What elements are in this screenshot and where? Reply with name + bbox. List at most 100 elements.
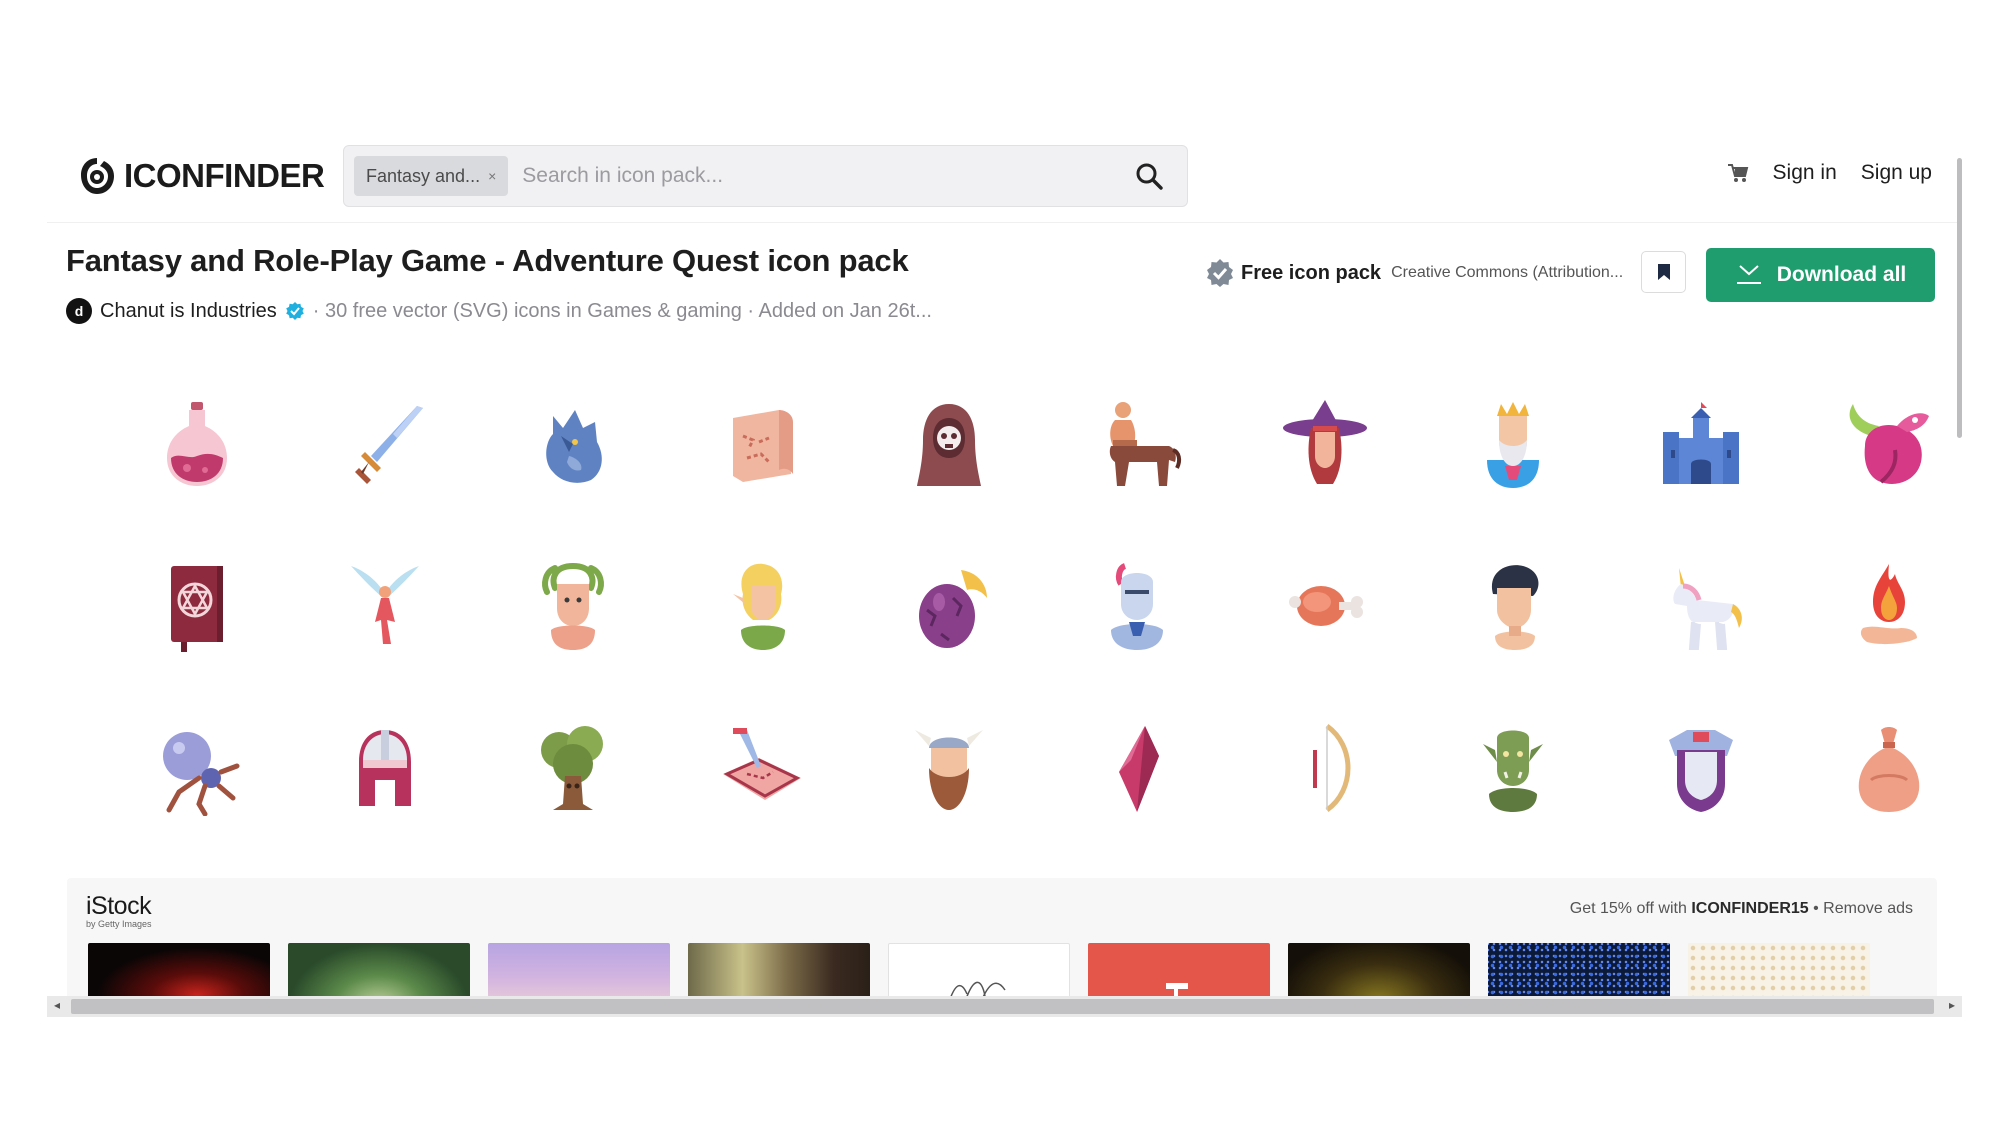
icon-cell[interactable] <box>1419 687 1607 849</box>
sign-in-link[interactable]: Sign in <box>1773 161 1837 185</box>
bookmark-icon <box>1657 264 1670 280</box>
icon-cell[interactable] <box>1419 363 1607 525</box>
potion-icon <box>167 402 227 486</box>
icon-cell[interactable] <box>291 525 479 687</box>
remove-ads-link[interactable]: • Remove ads <box>1813 900 1913 917</box>
search-icon <box>1136 163 1163 190</box>
grim-reaper-icon <box>917 404 981 486</box>
orc-icon <box>1483 730 1543 812</box>
search-filter-chip[interactable]: Fantasy and... × <box>354 156 509 196</box>
icon-cell[interactable] <box>1043 525 1231 687</box>
license-info: Free icon pack Creative Commons (Attribu… <box>1205 258 1623 288</box>
werewolf-icon <box>546 410 602 483</box>
download-icon <box>1736 265 1761 284</box>
icon-cell[interactable] <box>1607 687 1795 849</box>
icon-cell[interactable] <box>479 525 667 687</box>
ad-thumbnail[interactable] <box>488 943 670 1001</box>
fairy-icon <box>351 566 419 644</box>
vertical-scroll-thumb[interactable] <box>1957 158 1962 438</box>
witch-icon <box>1283 400 1367 484</box>
iconfinder-logo[interactable]: ICONFINDER <box>76 155 325 197</box>
ad-thumbnail[interactable] <box>288 943 470 1001</box>
ad-thumbnail[interactable] <box>1288 943 1470 1001</box>
icon-cell[interactable] <box>855 525 1043 687</box>
meat-icon <box>1289 586 1363 626</box>
icon-cell[interactable] <box>1231 687 1419 849</box>
icon-cell[interactable] <box>667 525 855 687</box>
icon-cell[interactable] <box>1419 525 1607 687</box>
page-title: Fantasy and Role-Play Game - Adventure Q… <box>66 243 909 278</box>
icon-cell[interactable] <box>479 363 667 525</box>
icon-cell[interactable] <box>1607 363 1795 525</box>
ad-thumbnail[interactable] <box>88 943 270 1001</box>
scroll-right-icon[interactable]: ▸ <box>1949 998 1955 1012</box>
icon-cell[interactable] <box>1795 525 1962 687</box>
icon-cell[interactable] <box>291 363 479 525</box>
dragon-egg-icon <box>919 570 987 648</box>
horizontal-scrollbar[interactable]: ◂ ▸ <box>47 996 1962 1017</box>
icon-cell[interactable] <box>1231 363 1419 525</box>
search-button[interactable] <box>1121 148 1177 204</box>
ad-thumbnail[interactable] <box>888 943 1070 1001</box>
tree-ent-icon <box>541 726 603 810</box>
top-navigation: ICONFINDER Fantasy and... × Sig <box>47 133 1962 223</box>
icon-cell[interactable] <box>1231 525 1419 687</box>
promo-text[interactable]: Get 15% off with ICONFINDER15 • Remove a… <box>1570 900 1913 918</box>
author-name-link[interactable]: Chanut is Industries <box>100 300 277 323</box>
pack-meta: d Chanut is Industries · 30 free vector … <box>66 298 932 324</box>
promo-prefix: Get 15% off with <box>1569 900 1687 917</box>
dragon-icon <box>1849 404 1929 484</box>
fire-magic-icon <box>1860 564 1917 645</box>
chip-close-icon[interactable]: × <box>488 168 496 184</box>
sketch-image <box>948 981 1006 1000</box>
istock-name: iStock <box>86 892 152 920</box>
red-image <box>1166 983 1188 1001</box>
icon-cell[interactable] <box>667 687 855 849</box>
spellbook-icon <box>171 566 223 652</box>
cart-icon[interactable] <box>1727 163 1749 183</box>
icon-cell[interactable] <box>1795 363 1962 525</box>
logo-text: ICONFINDER <box>124 157 325 194</box>
ad-thumbnail[interactable] <box>1088 943 1270 1001</box>
unicorn-icon <box>1673 568 1742 650</box>
money-bag-icon <box>1858 727 1920 812</box>
verified-icon <box>285 302 304 320</box>
icon-cell[interactable] <box>1043 363 1231 525</box>
istock-ad-banner: iStock by Getty Images Get 15% off with … <box>67 878 1937 1001</box>
viking-icon <box>915 730 983 810</box>
elf-icon <box>733 563 785 650</box>
icon-cell[interactable] <box>1607 525 1795 687</box>
spider-icon <box>163 732 240 816</box>
icon-cell[interactable] <box>667 363 855 525</box>
horizontal-scroll-thumb[interactable] <box>71 999 1934 1014</box>
download-all-label: Download all <box>1776 263 1907 286</box>
armor-icon <box>1669 730 1733 812</box>
icon-grid <box>103 363 1962 849</box>
scroll-left-icon[interactable]: ◂ <box>54 998 60 1012</box>
istock-logo[interactable]: iStock by Getty Images <box>86 892 152 929</box>
crystal-icon <box>1119 726 1159 812</box>
search-input[interactable] <box>522 164 1121 188</box>
bookmark-button[interactable] <box>1641 251 1686 293</box>
helmet-icon <box>359 730 411 806</box>
icon-cell[interactable] <box>855 363 1043 525</box>
sword-icon <box>355 406 423 484</box>
download-all-button[interactable]: Download all <box>1706 248 1935 302</box>
knight-icon <box>1111 563 1163 650</box>
icon-cell[interactable] <box>479 687 667 849</box>
icon-cell[interactable] <box>855 687 1043 849</box>
sign-up-link[interactable]: Sign up <box>1861 161 1932 185</box>
icon-cell[interactable] <box>1795 687 1962 849</box>
license-link[interactable]: Creative Commons (Attribution... <box>1391 264 1623 282</box>
ad-thumbnail[interactable] <box>1688 943 1870 1001</box>
ad-thumbnail[interactable] <box>1488 943 1670 1001</box>
vertical-scrollbar[interactable] <box>1955 133 1965 993</box>
icon-cell[interactable] <box>1043 687 1231 849</box>
icon-cell[interactable] <box>103 363 291 525</box>
free-pack-label: Free icon pack <box>1241 261 1382 284</box>
icon-cell[interactable] <box>103 525 291 687</box>
author-avatar[interactable]: d <box>66 298 92 324</box>
ad-thumbnail[interactable] <box>688 943 870 1001</box>
icon-cell[interactable] <box>291 687 479 849</box>
icon-cell[interactable] <box>103 687 291 849</box>
